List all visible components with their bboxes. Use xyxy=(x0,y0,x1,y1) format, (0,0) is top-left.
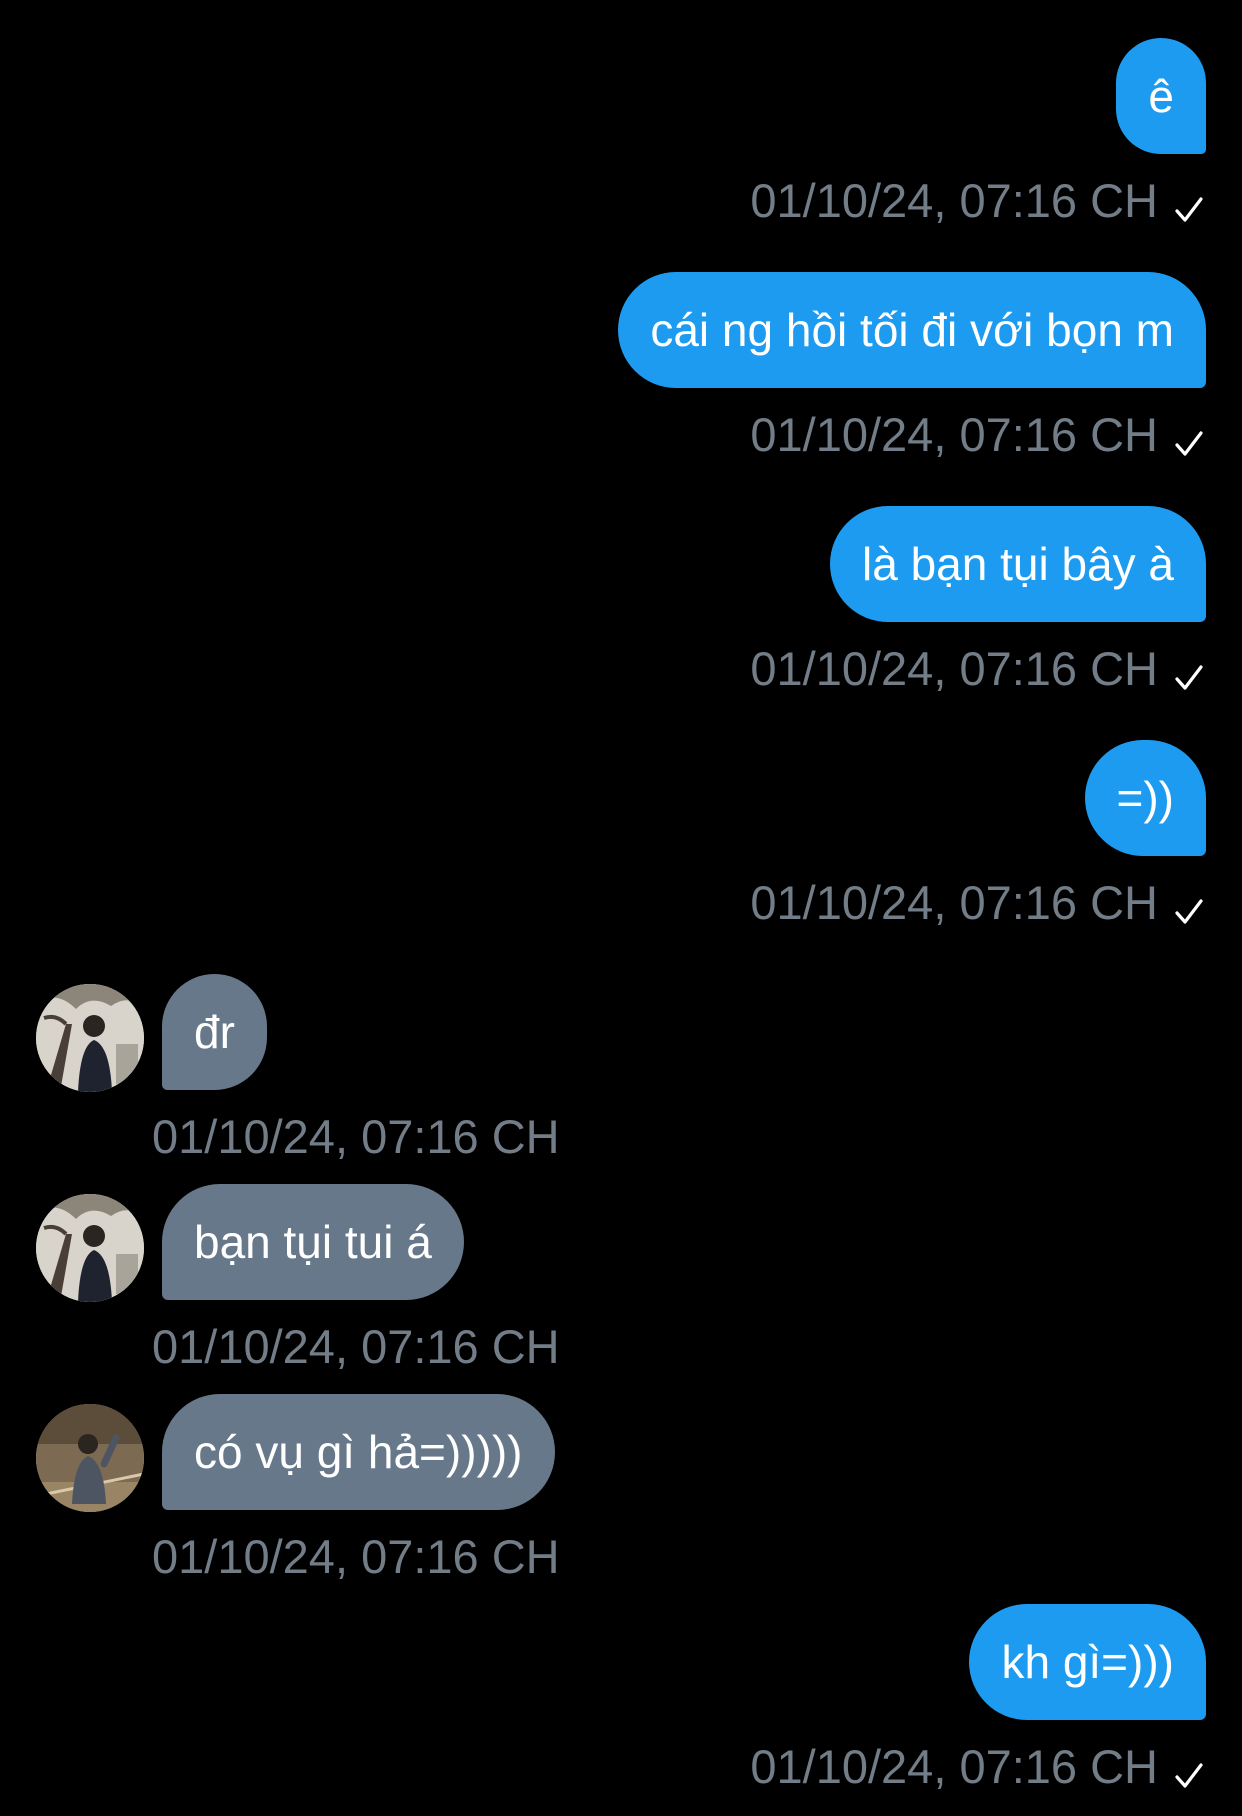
message-timestamp: 01/10/24, 07:16 CH xyxy=(152,1529,560,1583)
check-icon xyxy=(1172,183,1206,222)
avatar[interactable] xyxy=(36,984,144,1092)
message-meta: 01/10/24, 07:16 CH xyxy=(750,1736,1206,1796)
message-timestamp: 01/10/24, 07:16 CH xyxy=(750,641,1158,695)
message-timestamp: 01/10/24, 07:16 CH xyxy=(750,407,1158,461)
message-timestamp: 01/10/24, 07:16 CH xyxy=(750,1739,1158,1793)
message-meta: 01/10/24, 07:16 CH xyxy=(750,170,1206,230)
message-text: có vụ gì hả=))))) xyxy=(194,1426,523,1478)
message-bubble[interactable]: bạn tụi tui á xyxy=(162,1184,464,1300)
message-meta: 01/10/24, 07:16 CH xyxy=(750,404,1206,464)
message-bubble[interactable]: đr xyxy=(162,974,267,1090)
message-timestamp: 01/10/24, 07:16 CH xyxy=(750,173,1158,227)
check-icon xyxy=(1172,651,1206,690)
message-meta: 01/10/24, 07:16 CH xyxy=(152,1106,560,1166)
avatar[interactable] xyxy=(36,1194,144,1302)
message-timestamp: 01/10/24, 07:16 CH xyxy=(152,1109,560,1163)
message-text: bạn tụi tui á xyxy=(194,1216,432,1268)
message-text: ê xyxy=(1148,70,1174,122)
message-meta: 01/10/24, 07:16 CH xyxy=(750,638,1206,698)
avatar[interactable] xyxy=(36,1404,144,1512)
message-text: đr xyxy=(194,1006,235,1058)
message-meta: 01/10/24, 07:16 CH xyxy=(750,872,1206,932)
message-bubble[interactable]: kh gì=))) xyxy=(969,1604,1206,1720)
message-text: =)) xyxy=(1116,772,1175,824)
message-bubble[interactable]: ê xyxy=(1116,38,1206,154)
message-timestamp: 01/10/24, 07:16 CH xyxy=(750,875,1158,929)
message-bubble[interactable]: =)) xyxy=(1084,740,1206,856)
message-text: kh gì=))) xyxy=(1001,1636,1174,1688)
check-icon xyxy=(1172,417,1206,456)
message-bubble[interactable]: là bạn tụi bây à xyxy=(829,506,1206,622)
message-bubble[interactable]: có vụ gì hả=))))) xyxy=(162,1394,555,1510)
message-bubble[interactable]: cái ng hồi tối đi với bọn m xyxy=(618,272,1206,388)
message-meta: 01/10/24, 07:16 CH xyxy=(152,1526,560,1586)
message-meta: 01/10/24, 07:16 CH xyxy=(152,1316,560,1376)
check-icon xyxy=(1172,885,1206,924)
message-text: là bạn tụi bây à xyxy=(861,538,1174,590)
check-icon xyxy=(1172,1749,1206,1788)
message-timestamp: 01/10/24, 07:16 CH xyxy=(152,1319,560,1373)
message-text: cái ng hồi tối đi với bọn m xyxy=(650,304,1174,356)
